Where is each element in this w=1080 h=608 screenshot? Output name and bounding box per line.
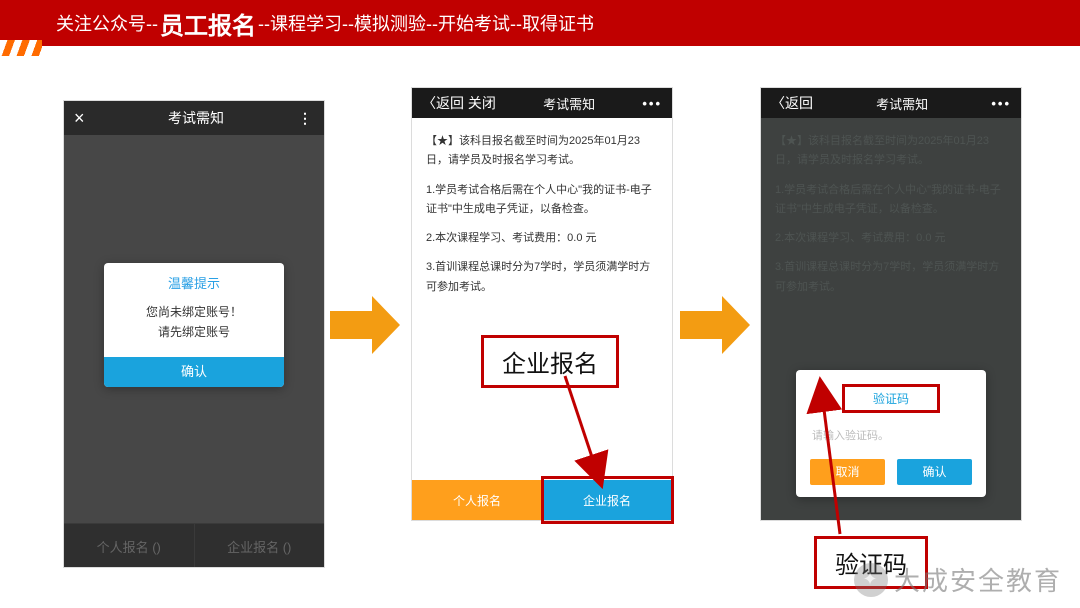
notice-p1: 【★】该科目报名截至时间为2025年01月23日，请学员及时报名学习考试。 — [426, 132, 658, 171]
back-icon[interactable]: 〈返回 — [771, 93, 813, 113]
phone1-title: 考试需知 — [94, 108, 298, 128]
back-label: 返回 — [436, 95, 464, 111]
watermark: ✦ 大成安全教育 — [854, 561, 1062, 598]
dialog-line2: 请先绑定账号 — [158, 325, 230, 339]
annotation-arrow-1 — [557, 376, 617, 486]
back-label: 返回 — [785, 95, 813, 111]
notice-p2: 1.学员考试合格后需在个人中心"我的证书-电子证书"中生成电子凭证，以备检查。 — [775, 181, 1007, 220]
dialog-line1: 您尚未绑定账号！ — [146, 305, 242, 319]
personal-signup-disabled: 个人报名 () — [64, 523, 194, 568]
dialog-title: 温馨提示 — [104, 263, 284, 298]
top-text-1: 关注公众号-- — [56, 10, 158, 36]
watermark-logo-icon: ✦ — [854, 563, 888, 597]
phone2-title: 考试需知 — [496, 94, 642, 113]
top-accent: 员工报名 — [158, 6, 258, 41]
notice-p4: 3.首训课程总课时分为7学时，学员须满学时方可参加考试。 — [775, 258, 1007, 297]
notice-p1: 【★】该科目报名截至时间为2025年01月23日，请学员及时报名学习考试。 — [775, 132, 1007, 171]
top-title-bar: 关注公众号-- 员工报名 --课程学习--模拟测验--开始考试--取得证书 — [0, 0, 1080, 46]
close-icon[interactable]: × — [74, 108, 94, 129]
close-label[interactable]: 关闭 — [468, 95, 496, 111]
enterprise-signup-disabled: 企业报名 () — [194, 523, 325, 568]
top-text-2: --课程学习--模拟测验--开始考试--取得证书 — [258, 10, 594, 36]
watermark-text: 大成安全教育 — [894, 561, 1062, 598]
phone1-header: × 考试需知 ⋮ — [64, 101, 324, 135]
notice-p3: 2.本次课程学习、考试费用：0.0 元 — [775, 229, 1007, 248]
exam-notice-text: 【★】该科目报名截至时间为2025年01月23日，请学员及时报名学习考试。 1.… — [412, 118, 672, 297]
back-icon[interactable]: 〈返回 关闭 — [422, 93, 496, 113]
notice-p4: 3.首训课程总课时分为7学时，学员须满学时方可参加考试。 — [426, 258, 658, 297]
dialog-message: 您尚未绑定账号！ 请先绑定账号 — [104, 298, 284, 357]
confirm-button[interactable]: 确认 — [104, 357, 284, 387]
phone-screenshot-2: 〈返回 关闭 考试需知 ••• 【★】该科目报名截至时间为2025年01月23日… — [411, 87, 673, 521]
notice-p2: 1.学员考试合格后需在个人中心"我的证书-电子证书"中生成电子凭证，以备检查。 — [426, 181, 658, 220]
more-icon[interactable]: ⋮ — [298, 110, 314, 127]
phone-screenshot-1: × 考试需知 ⋮ 温馨提示 您尚未绑定账号！ 请先绑定账号 确认 个人报名 ()… — [63, 100, 325, 568]
more-icon[interactable]: ••• — [642, 96, 662, 111]
annotation-arrow-2 — [780, 388, 860, 538]
phone1-bottom-bar: 个人报名 () 企业报名 () — [64, 523, 324, 568]
bind-account-dialog: 温馨提示 您尚未绑定账号！ 请先绑定账号 确认 — [104, 263, 284, 387]
personal-signup-button[interactable]: 个人报名 — [412, 480, 542, 520]
phone2-header: 〈返回 关闭 考试需知 ••• — [412, 88, 672, 118]
notice-p3: 2.本次课程学习、考试费用：0.0 元 — [426, 229, 658, 248]
phone3-header: 〈返回 考试需知 ••• — [761, 88, 1021, 118]
phone3-title: 考试需知 — [813, 94, 991, 113]
more-icon[interactable]: ••• — [991, 96, 1011, 111]
ok-button[interactable]: 确认 — [897, 459, 972, 485]
